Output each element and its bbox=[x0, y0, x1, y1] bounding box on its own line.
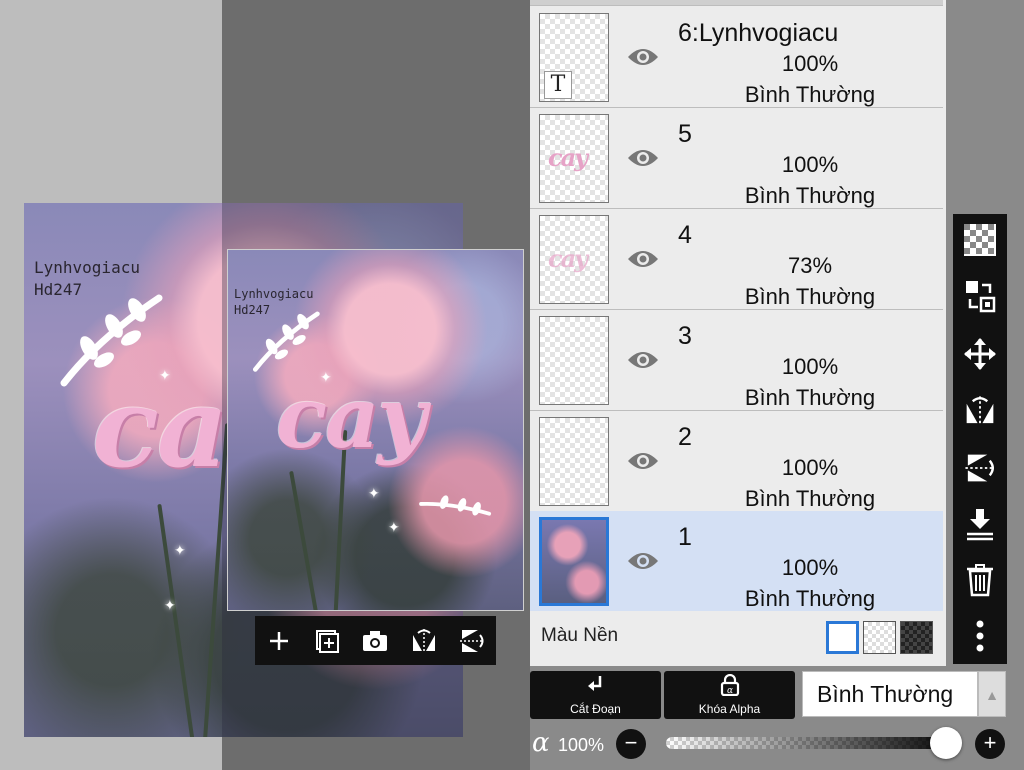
opacity-row: α 100% − + bbox=[530, 726, 1024, 766]
sparkle: ✦ bbox=[164, 597, 176, 613]
layer-opacity: 100% bbox=[781, 51, 839, 76]
leaf-sprig-icon bbox=[252, 311, 320, 372]
plus-icon[interactable] bbox=[262, 624, 296, 658]
opacity-decrease-button[interactable]: − bbox=[616, 729, 646, 759]
background-white-swatch[interactable] bbox=[826, 621, 859, 654]
eye-icon[interactable] bbox=[626, 247, 660, 271]
background-dark-swatch[interactable] bbox=[900, 621, 933, 654]
layer-name: 4 bbox=[678, 221, 692, 249]
layer-opacity: 100% bbox=[781, 455, 839, 480]
flip-vertical-icon[interactable] bbox=[455, 624, 489, 658]
layer-row-1[interactable]: 1 100% Bình Thường bbox=[530, 511, 943, 612]
opacity-slider[interactable] bbox=[666, 737, 946, 749]
more-icon[interactable] bbox=[960, 616, 1000, 656]
clipping-label: Cắt Đoạn bbox=[570, 702, 621, 716]
layer-opacity: 100% bbox=[781, 555, 839, 580]
layer-thumbnail: cay bbox=[539, 114, 609, 203]
layer-row-3[interactable]: 3 100% Bình Thường bbox=[530, 310, 943, 411]
layer-thumbnail: cay bbox=[539, 215, 609, 304]
clipping-button[interactable]: Cắt Đoạn bbox=[530, 671, 661, 719]
background-transparent-swatch[interactable] bbox=[863, 621, 896, 654]
opacity-increase-button[interactable]: + bbox=[975, 729, 1005, 759]
layer-blend-mode: Bình Thường bbox=[744, 183, 876, 208]
layer-tools-column bbox=[953, 214, 1007, 664]
layer-thumbnail: T bbox=[539, 13, 609, 102]
background-color-label: Màu Nền bbox=[541, 625, 619, 646]
sparkle: ✦ bbox=[159, 367, 171, 383]
flip-horizontal-icon[interactable] bbox=[407, 624, 441, 658]
layer-opacity: 100% bbox=[781, 354, 839, 379]
layer-thumbnail bbox=[539, 417, 609, 506]
blend-mode-select[interactable]: Bình Thường bbox=[802, 671, 978, 717]
layer-name: 3 bbox=[678, 322, 692, 350]
alpha-lock-button[interactable]: α Khóa Alpha bbox=[664, 671, 795, 719]
camera-icon[interactable] bbox=[358, 624, 392, 658]
layer-name: 6:Lynhvogiacu bbox=[678, 19, 839, 47]
sparkle: ✦ bbox=[320, 369, 332, 385]
lock-icon: α bbox=[664, 673, 795, 702]
layer-blend-mode: Bình Thường bbox=[744, 82, 876, 107]
layer-blend-mode: Bình Thường bbox=[744, 586, 876, 611]
layer-bottom-bar: Cắt Đoạn α Khóa Alpha Bình Thường ▲ α 10… bbox=[530, 666, 1024, 770]
clip-arrow-icon bbox=[530, 674, 661, 702]
eye-icon[interactable] bbox=[626, 45, 660, 69]
sparkle: ✦ bbox=[174, 542, 186, 558]
layer-row-4[interactable]: cay 4 73% Bình Thường bbox=[530, 209, 943, 310]
layer-opacity: 73% bbox=[787, 253, 833, 278]
layer-thumbnail bbox=[539, 316, 609, 405]
svg-text:α: α bbox=[726, 686, 732, 696]
panel-top-edge bbox=[530, 0, 943, 6]
eye-icon[interactable] bbox=[626, 146, 660, 170]
layer-thumbnail bbox=[539, 517, 609, 606]
move-icon[interactable] bbox=[960, 334, 1000, 374]
layer-opacity: 100% bbox=[781, 152, 839, 177]
background-color-row: Màu Nền bbox=[530, 611, 943, 664]
leaf-sprig-icon bbox=[419, 495, 492, 516]
layer-blend-mode: Bình Thường bbox=[744, 284, 876, 309]
layer-name: 5 bbox=[678, 120, 692, 148]
layers-panel: T 6:Lynhvogiacu 100% Bình Thường cay 5 1… bbox=[530, 0, 946, 666]
photo-thumbnail bbox=[542, 520, 606, 603]
eye-icon[interactable] bbox=[626, 449, 660, 473]
layer-row-2[interactable]: 2 100% Bình Thường bbox=[530, 411, 943, 512]
layer-name: 1 bbox=[678, 523, 692, 551]
layer-name: 2 bbox=[678, 423, 692, 451]
opacity-value: 100% bbox=[558, 735, 605, 755]
layer-row-6[interactable]: T 6:Lynhvogiacu 100% Bình Thường bbox=[530, 7, 943, 108]
sticker-thumbnail: cay bbox=[548, 244, 588, 273]
eye-icon[interactable] bbox=[626, 549, 660, 573]
flip-horizontal-icon[interactable] bbox=[960, 391, 1000, 431]
transparency-icon[interactable] bbox=[960, 220, 1000, 260]
floating-toolbar bbox=[255, 616, 496, 665]
opacity-slider-handle[interactable] bbox=[930, 727, 962, 759]
sparkle: ✦ bbox=[368, 485, 380, 501]
layer-blend-mode: Bình Thường bbox=[744, 486, 876, 511]
sparkle: ✦ bbox=[388, 519, 400, 535]
replace-layer-icon[interactable] bbox=[960, 276, 1000, 316]
canvas-artwork-front[interactable]: Lynhvogiacu Hd247 cay ✦ ✦ ✦ bbox=[227, 249, 524, 611]
layer-blend-mode: Bình Thường bbox=[744, 385, 876, 410]
text-layer-icon: T bbox=[544, 71, 572, 99]
alpha-symbol: α bbox=[532, 728, 550, 758]
add-layer-icon[interactable] bbox=[310, 624, 344, 658]
layer-row-5[interactable]: cay 5 100% Bình Thường bbox=[530, 108, 943, 209]
sticker-text: cay bbox=[276, 368, 426, 467]
flip-vertical-icon[interactable] bbox=[960, 448, 1000, 488]
eye-icon[interactable] bbox=[626, 348, 660, 372]
chevron-up-icon[interactable]: ▲ bbox=[978, 671, 1006, 717]
sticker-thumbnail: cay bbox=[548, 143, 588, 172]
alpha-lock-label: Khóa Alpha bbox=[698, 702, 761, 716]
merge-down-icon[interactable] bbox=[960, 504, 1000, 544]
trash-icon[interactable] bbox=[960, 560, 1000, 600]
